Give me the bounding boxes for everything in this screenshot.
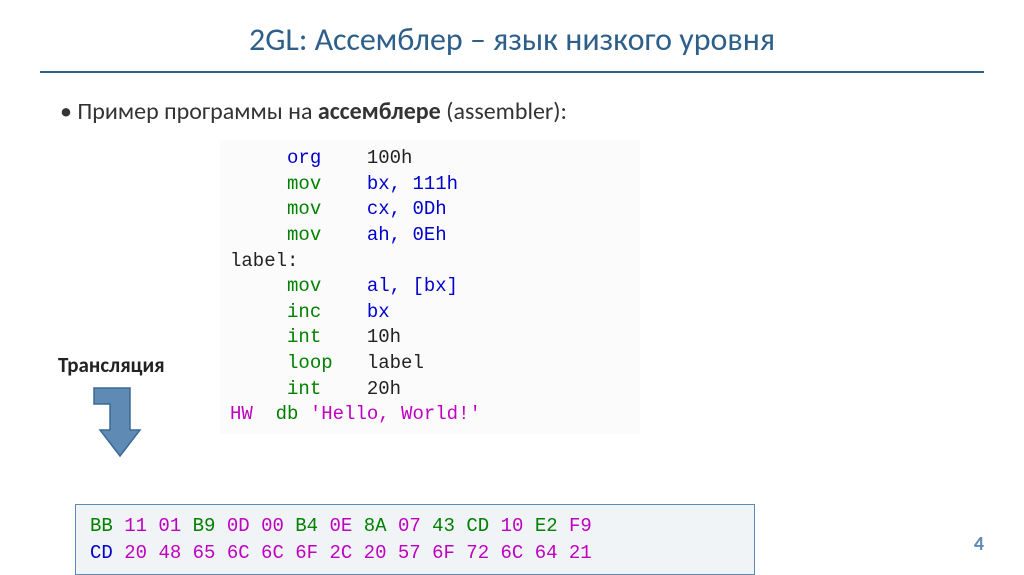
translation-label: Трансляция <box>58 352 165 378</box>
assembly-code-block: org 100h mov bx, 111h mov cx, 0Dh mov ah… <box>220 140 640 434</box>
bullet-example: Пример программы на ассемблере (assemble… <box>60 97 984 126</box>
bullet-bold: ассемблере <box>318 97 441 126</box>
bullet-prefix: Пример программы на <box>77 97 318 126</box>
machine-code-box: BB 11 01 B9 0D 00 B4 0E 8A 07 43 CD 10 E… <box>75 504 755 575</box>
page-number: 4 <box>974 532 984 556</box>
slide-title: 2GL: Ассемблер – язык низкого уровня <box>40 20 984 73</box>
arrow-down-icon <box>90 384 142 469</box>
bullet-suffix: (assembler): <box>441 97 567 126</box>
